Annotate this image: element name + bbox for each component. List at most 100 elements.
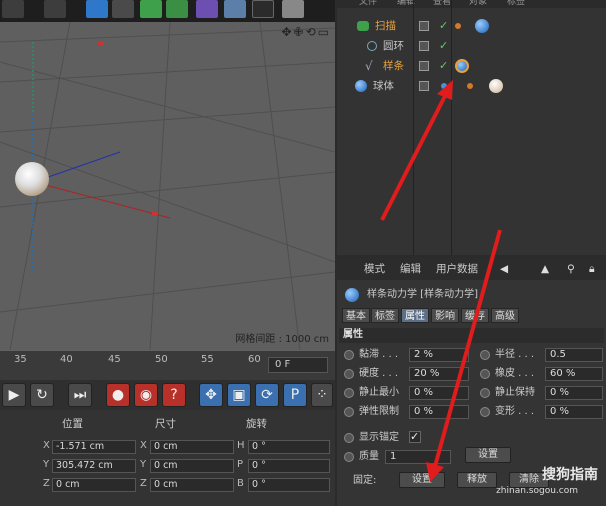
tab-cache[interactable]: 缓存 — [461, 308, 489, 323]
property-radio[interactable] — [480, 388, 490, 398]
release-button[interactable]: 释放 — [457, 472, 497, 488]
move-icon[interactable]: ✥ — [199, 383, 223, 407]
current-frame-field[interactable]: 0 F — [268, 357, 328, 373]
tab-properties[interactable]: 属性 — [401, 308, 429, 323]
menu-objects[interactable]: 对象 — [469, 0, 487, 7]
rotation-p-field[interactable]: 0 ° — [248, 459, 330, 473]
object-row-circle[interactable]: 圆环 ✓ — [337, 37, 606, 56]
light-icon[interactable] — [282, 0, 304, 18]
object-row-sweep[interactable]: 扫描 ✓ — [337, 17, 606, 36]
menu-user-data[interactable]: 用户数据 — [436, 258, 478, 280]
property-radio[interactable] — [344, 350, 354, 360]
property-radio[interactable] — [344, 388, 354, 398]
size-y-field[interactable]: 0 cm — [150, 459, 234, 473]
render-settings-icon[interactable] — [44, 0, 66, 18]
tab-basic[interactable]: 基本 — [342, 308, 370, 323]
param-icon[interactable]: P — [283, 383, 307, 407]
tag-dot-icon[interactable] — [455, 23, 461, 29]
play-back-icon[interactable]: ▶ — [2, 383, 26, 407]
coord-row-x: X -1.571 cm X 0 cm H 0 ° — [0, 440, 335, 454]
rotation-h-field[interactable]: 0 ° — [248, 440, 330, 454]
layer-box[interactable] — [419, 61, 429, 71]
stiffness-field[interactable]: 20 % — [409, 367, 469, 381]
lock-icon[interactable]: 🔒︎ — [589, 258, 595, 280]
deformer-icon[interactable] — [196, 0, 218, 18]
size-z-field[interactable]: 0 cm — [150, 478, 234, 492]
layer-box[interactable] — [419, 41, 429, 51]
viscosity-field[interactable]: 2 % — [409, 348, 469, 362]
spline-dynamics-tag-icon[interactable] — [455, 59, 469, 73]
sphere-icon — [355, 80, 367, 92]
pointer-icon[interactable]: ▲ — [541, 258, 549, 280]
object-menu-bar: 文件 编辑 查看 对象 标签 — [337, 0, 606, 8]
property-radio[interactable] — [480, 369, 490, 379]
render-icon[interactable] — [2, 0, 24, 18]
back-arrow-icon[interactable]: ◀ — [500, 258, 508, 280]
mograph-icon[interactable] — [166, 0, 188, 18]
dots-icon[interactable]: ⁘ — [311, 383, 333, 407]
scale-icon[interactable]: ▣ — [227, 383, 251, 407]
elastic-limit-field[interactable]: 0 % — [409, 405, 469, 419]
enabled-check-icon[interactable]: ✓ — [439, 40, 448, 51]
record-icon[interactable]: ● — [106, 383, 130, 407]
rest-min-field[interactable]: 0 % — [409, 386, 469, 400]
menu-mode[interactable]: 模式 — [364, 258, 385, 280]
loop-icon[interactable]: ↻ — [30, 383, 54, 407]
size-x-field[interactable]: 0 cm — [150, 440, 234, 454]
property-radio[interactable] — [480, 350, 490, 360]
show-anchor-checkbox[interactable]: ✓ — [409, 431, 421, 443]
rotate-icon[interactable]: ⟳ — [255, 383, 279, 407]
tab-influence[interactable]: 影响 — [431, 308, 459, 323]
object-row-sphere[interactable]: 球体 — [337, 77, 606, 96]
tab-tag[interactable]: 标签 — [371, 308, 399, 323]
position-y-field[interactable]: 305.472 cm — [52, 459, 136, 473]
tab-advanced[interactable]: 高级 — [491, 308, 519, 323]
fixed-set-button[interactable]: 设置 — [399, 472, 445, 488]
menu-tags[interactable]: 标签 — [507, 0, 525, 7]
layer-box[interactable] — [419, 81, 429, 91]
layer-box[interactable] — [419, 21, 429, 31]
coord-row-z: Z 0 cm Z 0 cm B 0 ° — [0, 478, 335, 492]
watermark-url: zhinan.sogou.com — [496, 486, 578, 496]
enabled-check-icon[interactable]: ✓ — [439, 20, 448, 31]
deform-field[interactable]: 0 % — [545, 405, 603, 419]
radius-field[interactable]: 0.5 — [545, 348, 603, 362]
set-button[interactable]: 设置 — [465, 447, 511, 463]
tag-dot-icon[interactable] — [467, 83, 473, 89]
texture-tag-icon[interactable] — [489, 79, 503, 93]
section-header — [339, 328, 604, 343]
rotation-b-field[interactable]: 0 ° — [248, 478, 330, 492]
nurbs-icon[interactable] — [140, 0, 162, 18]
tag-dot-icon[interactable] — [441, 83, 447, 89]
menu-file[interactable]: 文件 — [359, 0, 377, 7]
property-radio[interactable] — [344, 407, 354, 417]
property-radio[interactable] — [344, 452, 354, 462]
material-tag-icon[interactable] — [475, 19, 489, 33]
enabled-check-icon[interactable]: ✓ — [439, 60, 448, 71]
watermark-brand: 搜狗指南 — [542, 467, 598, 483]
camera-icon[interactable] — [252, 0, 274, 18]
help-icon[interactable]: ? — [162, 383, 186, 407]
skip-end-icon[interactable]: ⏭ — [68, 383, 92, 407]
position-x-field[interactable]: -1.571 cm — [52, 440, 136, 454]
property-radio[interactable] — [344, 433, 354, 443]
pen-icon[interactable] — [112, 0, 134, 18]
autokey-icon[interactable]: ◉ — [134, 383, 158, 407]
position-z-field[interactable]: 0 cm — [52, 478, 136, 492]
cube-icon[interactable] — [86, 0, 108, 18]
menu-view[interactable]: 查看 — [433, 0, 451, 7]
tick-label: 35 — [14, 354, 27, 365]
menu-edit[interactable]: 编辑 — [400, 258, 421, 280]
view-navigation-icons[interactable]: ✥✙⟲▭ — [281, 25, 331, 39]
3d-viewport[interactable]: ✥✙⟲▭ 网格间距 : 1000 cm — [0, 22, 335, 350]
property-radio[interactable] — [344, 369, 354, 379]
size-header: 尺寸 — [155, 418, 176, 430]
search-icon[interactable]: ⚲ — [567, 258, 575, 280]
floor-icon[interactable] — [224, 0, 246, 18]
rubber-field[interactable]: 60 % — [545, 367, 603, 381]
property-radio[interactable] — [480, 407, 490, 417]
mass-field[interactable]: 1 — [385, 450, 451, 464]
object-row-spline[interactable]: √ 样条 ✓ — [337, 57, 606, 76]
sphere-object[interactable] — [15, 162, 49, 196]
rest-hold-field[interactable]: 0 % — [545, 386, 603, 400]
